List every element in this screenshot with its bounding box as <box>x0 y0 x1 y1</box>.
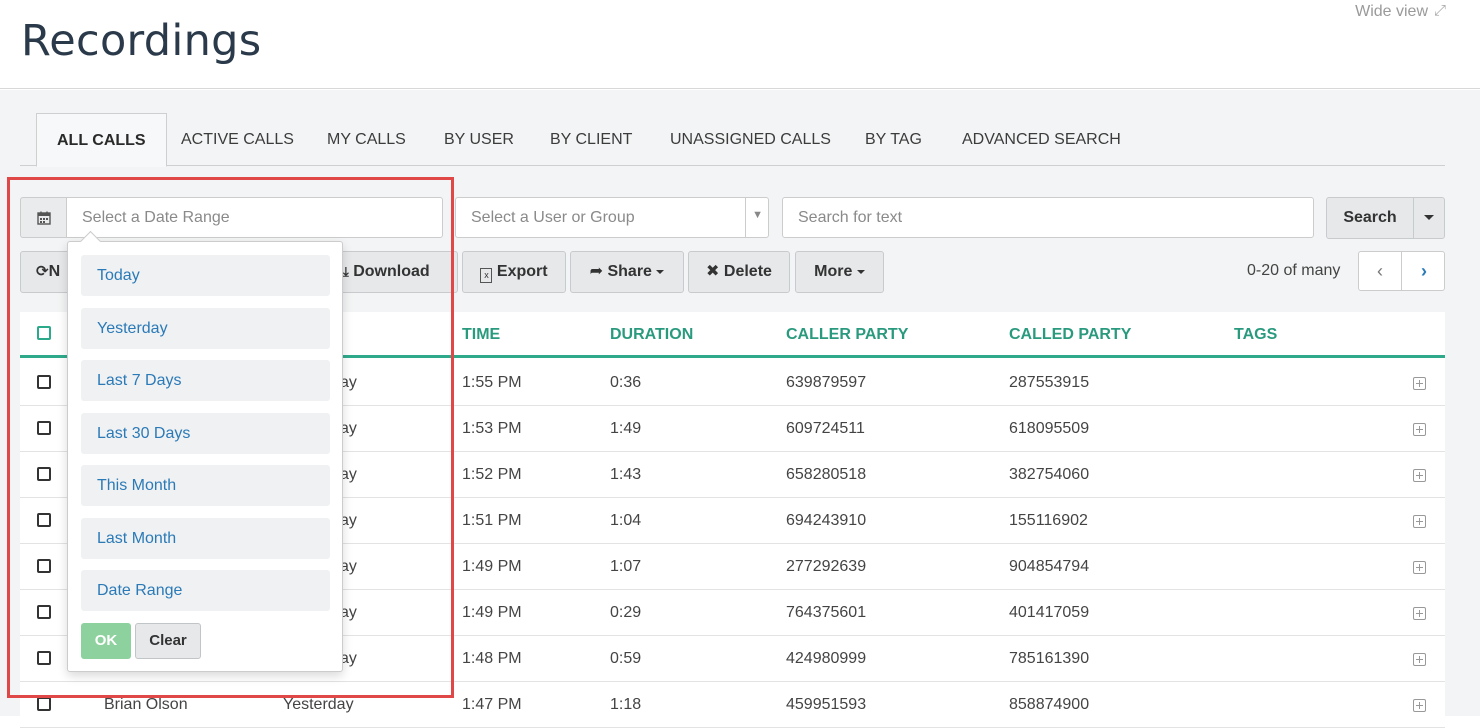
duration-cell: 0:36 <box>610 374 642 391</box>
page-header: Recordings Wide view ⤢ <box>0 0 1480 89</box>
next-page-button[interactable]: › <box>1403 252 1445 290</box>
tab-by-user[interactable]: BY USER <box>444 113 514 166</box>
tab-active-calls[interactable]: ACTIVE CALLS <box>181 113 294 166</box>
expand-plus-icon[interactable] <box>1413 515 1426 528</box>
duration-cell: 1:07 <box>610 558 642 575</box>
page-title: Recordings <box>21 16 262 66</box>
excel-file-icon: x <box>480 268 493 283</box>
duration-cell: 1:04 <box>610 512 642 529</box>
pagination-controls: ‹ › <box>1358 251 1445 291</box>
caller-cell: 459951593 <box>786 696 867 713</box>
time-cell: 1:52 PM <box>462 466 522 483</box>
time-cell: 1:53 PM <box>462 420 522 437</box>
tab-all-calls[interactable]: ALL CALLS <box>36 113 167 167</box>
share-button[interactable]: ➦ Share <box>570 251 684 293</box>
tab-bar: ALL CALLS ACTIVE CALLS MY CALLS BY USER … <box>20 113 1445 167</box>
duration-cell: 0:29 <box>610 604 642 621</box>
header-duration[interactable]: DURATION <box>610 326 693 344</box>
previous-page-button[interactable]: ‹ <box>1359 252 1402 290</box>
export-button[interactable]: x Export <box>462 251 566 293</box>
user-cell: Brian Olson <box>104 696 188 713</box>
header-called-party[interactable]: CALLED PARTY <box>1009 326 1131 344</box>
time-cell: 1:49 PM <box>462 558 522 575</box>
export-label: Export <box>496 263 548 280</box>
search-text-placeholder: Search for text <box>798 209 903 226</box>
caller-cell: 694243910 <box>786 512 867 529</box>
caret-down-icon <box>1424 215 1434 221</box>
expand-plus-icon[interactable] <box>1413 653 1426 666</box>
expand-plus-icon[interactable] <box>1413 561 1426 574</box>
time-cell: 1:48 PM <box>462 650 522 667</box>
expand-plus-icon[interactable] <box>1413 699 1426 712</box>
more-button[interactable]: More <box>795 251 884 293</box>
search-options-button[interactable] <box>1413 197 1445 239</box>
called-cell: 904854794 <box>1009 558 1090 575</box>
tab-unassigned-calls[interactable]: UNASSIGNED CALLS <box>670 113 831 166</box>
expand-plus-icon[interactable] <box>1413 607 1426 620</box>
caret-down-icon <box>656 269 665 274</box>
wide-view-link[interactable]: Wide view <box>1355 3 1428 21</box>
caller-cell: 424980999 <box>786 650 867 667</box>
header-caller-party[interactable]: CALLER PARTY <box>786 326 908 344</box>
caller-cell: 764375601 <box>786 604 867 621</box>
caller-cell: 658280518 <box>786 466 867 483</box>
called-cell: 401417059 <box>1009 604 1090 621</box>
tab-my-calls[interactable]: MY CALLS <box>327 113 406 166</box>
search-text-input[interactable]: Search for text <box>782 197 1314 238</box>
caller-cell: 609724511 <box>786 420 865 437</box>
called-cell: 382754060 <box>1009 466 1090 483</box>
highlight-box <box>7 177 454 698</box>
time-cell: 1:47 PM <box>462 696 522 713</box>
caller-cell: 277292639 <box>786 558 867 575</box>
delete-button[interactable]: ✖ Delete <box>688 251 790 293</box>
share-label: Share <box>607 263 652 280</box>
user-group-select[interactable]: Select a User or Group ▼ <box>455 197 769 238</box>
header-time[interactable]: TIME <box>462 326 500 344</box>
chevron-down-icon: ▼ <box>752 209 763 221</box>
tab-advanced-search[interactable]: ADVANCED SEARCH <box>962 113 1121 166</box>
caller-cell: 639879597 <box>786 374 867 391</box>
time-cell: 1:55 PM <box>462 374 522 391</box>
date-cell: Yesterday <box>283 696 354 713</box>
x-icon: ✖ <box>706 263 720 280</box>
share-arrow-icon: ➦ <box>589 263 604 280</box>
tab-by-tag[interactable]: BY TAG <box>865 113 922 166</box>
delete-label: Delete <box>723 263 772 280</box>
user-group-placeholder: Select a User or Group <box>471 209 635 226</box>
header-tags[interactable]: TAGS <box>1234 326 1277 344</box>
duration-cell: 1:49 <box>610 420 642 437</box>
expand-plus-icon[interactable] <box>1413 423 1426 436</box>
time-cell: 1:51 PM <box>462 512 522 529</box>
duration-cell: 1:43 <box>610 466 642 483</box>
called-cell: 858874900 <box>1009 696 1090 713</box>
called-cell: 618095509 <box>1009 420 1090 437</box>
expand-plus-icon[interactable] <box>1413 377 1426 390</box>
duration-cell: 0:59 <box>610 650 642 667</box>
duration-cell: 1:18 <box>610 696 642 713</box>
expand-arrows-icon[interactable]: ⤢ <box>1434 2 1446 19</box>
caret-down-icon <box>856 269 865 274</box>
called-cell: 785161390 <box>1009 650 1090 667</box>
search-button[interactable]: Search <box>1326 197 1414 239</box>
row-checkbox[interactable] <box>37 697 51 711</box>
more-label: More <box>814 263 853 280</box>
time-cell: 1:49 PM <box>462 604 522 621</box>
select-divider <box>745 198 746 237</box>
expand-plus-icon[interactable] <box>1413 469 1426 482</box>
tab-by-client[interactable]: BY CLIENT <box>550 113 632 166</box>
called-cell: 287553915 <box>1009 374 1090 391</box>
called-cell: 155116902 <box>1009 512 1088 529</box>
pagination-text: 0-20 of many <box>1247 262 1341 279</box>
